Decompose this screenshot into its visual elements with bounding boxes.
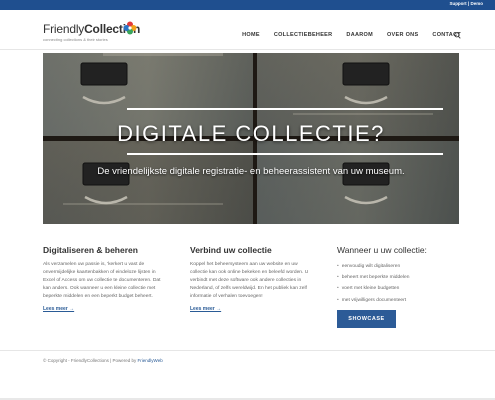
- column-heading: Digitaliseren & beheren: [43, 245, 138, 255]
- list-item: met vrijwilligers documenteert: [337, 295, 455, 306]
- column-text: Koppel het beheersysteem aan uw website …: [190, 262, 309, 300]
- column-digitaliseren: Digitaliseren & beheren Als verzamelen u…: [43, 245, 165, 312]
- hero-divider-bottom: [127, 153, 443, 155]
- read-more-link[interactable]: Lees meer →: [43, 306, 165, 312]
- logo-name-regular: Friendly: [43, 22, 85, 36]
- logo-tagline: connecting collections & their stories: [43, 37, 108, 42]
- list-item: eenvoudig wilt digitaliseren: [337, 261, 455, 272]
- footer-copyright-text: © Copyright - FriendlyCollections | Powe…: [43, 358, 138, 363]
- nav-over-ons[interactable]: OVER ONS: [387, 32, 418, 38]
- top-bar-links: Support | Demo: [449, 1, 483, 6]
- hero-banner: DIGITALE COLLECTIE? De vriendelijkste di…: [43, 53, 459, 224]
- nav-daarom[interactable]: DAAROM: [346, 32, 373, 38]
- site-footer: © Copyright - FriendlyCollections | Powe…: [0, 350, 495, 400]
- column-verbind: Verbind uw collectie Koppel het beheersy…: [190, 245, 314, 312]
- hero-subtitle: De vriendelijkste digitale registratie- …: [97, 166, 405, 177]
- hero-divider-top: [127, 108, 443, 110]
- column-wanneer: Wanneer u uw collectie: eenvoudig wilt d…: [337, 245, 455, 306]
- read-more-link[interactable]: Lees meer →: [190, 306, 314, 312]
- footer-link[interactable]: FriendlyWeb: [138, 358, 163, 363]
- nav-collectiebeheer[interactable]: COLLECTIEBEHEER: [274, 32, 333, 38]
- list-item: voert met kleine budgetten: [337, 283, 455, 294]
- benefit-list: eenvoudig wilt digitaliseren beheert met…: [337, 261, 455, 306]
- main-nav: HOME COLLECTIEBEHEER DAAROM OVER ONS CON…: [242, 32, 461, 38]
- logo-flower-icon: [123, 21, 137, 35]
- column-heading: Verbind uw collectie: [190, 245, 272, 255]
- top-bar: Support | Demo: [0, 0, 495, 10]
- site-header: FriendlyCollection connecting collection…: [0, 10, 495, 50]
- list-item: beheert met beperkte middelen: [337, 272, 455, 283]
- search-icon[interactable]: [454, 32, 461, 39]
- showcase-button[interactable]: SHOWCASE: [337, 310, 396, 328]
- footer-copyright: © Copyright - FriendlyCollections | Powe…: [43, 358, 163, 363]
- column-heading: Wanneer u uw collectie:: [337, 245, 427, 255]
- support-link[interactable]: Support: [449, 1, 466, 6]
- hero-title: DIGITALE COLLECTIE?: [117, 121, 385, 146]
- nav-home[interactable]: HOME: [242, 32, 260, 38]
- column-text: Als verzamelen uw passie is, 'kerkert u …: [43, 262, 161, 300]
- demo-link[interactable]: Demo: [470, 1, 483, 6]
